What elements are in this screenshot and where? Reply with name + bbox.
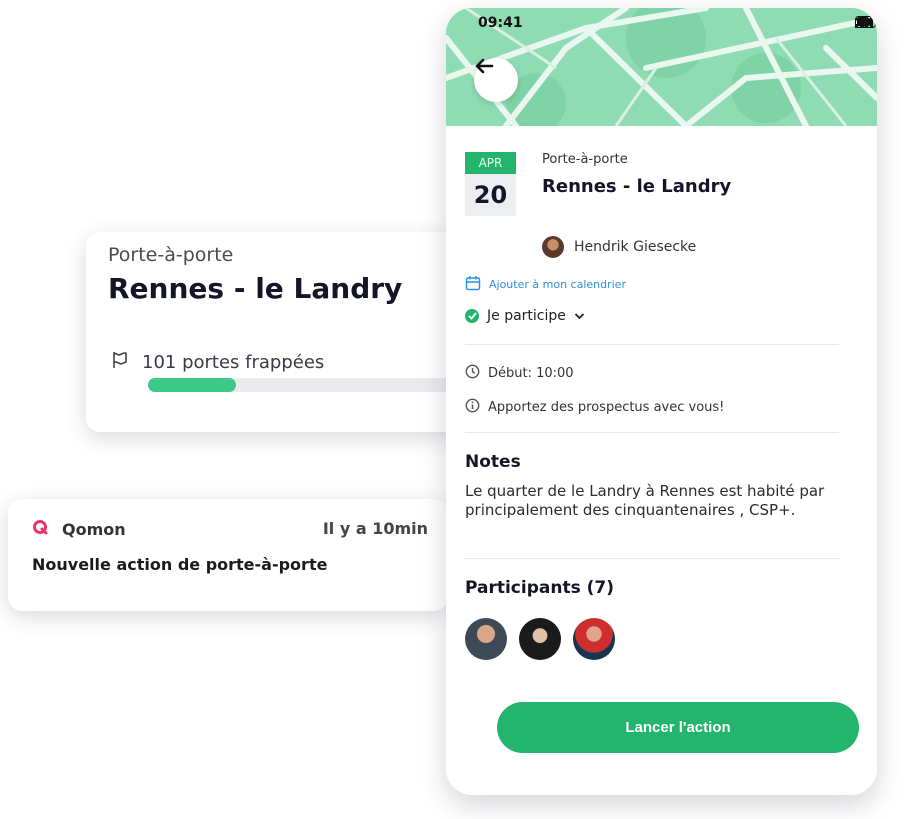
doors-knocked: 101 portes frappées bbox=[110, 350, 324, 375]
info-label: Apportez des prospectus avec vous! bbox=[488, 400, 725, 415]
info-icon bbox=[465, 398, 480, 417]
status-bar-time: 09:41 bbox=[478, 15, 523, 31]
action-title: Rennes - le Landry bbox=[108, 272, 403, 305]
doors-count-label: 101 portes frappées bbox=[142, 352, 325, 373]
divider bbox=[465, 344, 839, 345]
doors-progress-fill bbox=[148, 378, 236, 392]
avatar[interactable] bbox=[519, 618, 561, 660]
chevron-down-icon bbox=[574, 308, 585, 324]
participation-dropdown[interactable]: Je participe bbox=[465, 308, 585, 324]
divider bbox=[465, 558, 839, 559]
doors-progress-bar bbox=[148, 378, 486, 392]
action-summary-card[interactable]: Porte-à-porte Rennes - le Landry 101 por… bbox=[86, 232, 486, 432]
add-to-calendar-link[interactable]: Ajouter à mon calendrier bbox=[465, 275, 626, 294]
event-type: Porte-à-porte bbox=[542, 152, 628, 167]
qomon-logo-icon bbox=[32, 519, 48, 539]
launch-action-button[interactable]: Lancer l'action bbox=[497, 702, 859, 753]
notes-text: Le quarter de le Landry à Rennes est hab… bbox=[465, 482, 825, 519]
phone-screen: 09:41 APR 20 Porte-à-porte Rennes - le L… bbox=[446, 8, 877, 795]
organizer-name: Hendrik Giesecke bbox=[574, 239, 697, 255]
event-month: APR bbox=[465, 152, 516, 174]
avatar bbox=[542, 236, 564, 258]
event-date-badge: APR 20 bbox=[465, 152, 516, 216]
notification-app: Qomon bbox=[32, 519, 126, 539]
flag-icon bbox=[110, 350, 130, 375]
map-header: 09:41 bbox=[446, 8, 877, 126]
avatar[interactable] bbox=[465, 618, 507, 660]
event-day: 20 bbox=[465, 174, 516, 216]
start-time-label: Début: 10:00 bbox=[488, 366, 574, 381]
push-notification[interactable]: Qomon Il y a 10min Nouvelle action de po… bbox=[8, 499, 448, 611]
notification-time: Il y a 10min bbox=[322, 519, 428, 538]
info-row: Apportez des prospectus avec vous! bbox=[465, 398, 724, 417]
action-type: Porte-à-porte bbox=[108, 244, 234, 266]
add-to-calendar-label: Ajouter à mon calendrier bbox=[489, 278, 626, 291]
divider bbox=[465, 432, 839, 433]
back-button[interactable] bbox=[474, 58, 518, 102]
clock-icon bbox=[465, 364, 480, 383]
participants-list bbox=[465, 618, 615, 660]
notification-app-name: Qomon bbox=[62, 519, 126, 539]
participants-heading: Participants (7) bbox=[465, 578, 614, 598]
calendar-icon bbox=[465, 275, 481, 294]
avatar[interactable] bbox=[573, 618, 615, 660]
event-title: Rennes - le Landry bbox=[542, 176, 732, 197]
notes-heading: Notes bbox=[465, 452, 521, 472]
event-organizer[interactable]: Hendrik Giesecke bbox=[542, 236, 696, 258]
notification-message: Nouvelle action de porte-à-porte bbox=[32, 555, 328, 574]
check-circle-icon bbox=[465, 309, 479, 323]
participation-label: Je participe bbox=[487, 308, 566, 324]
start-time-row: Début: 10:00 bbox=[465, 364, 574, 383]
